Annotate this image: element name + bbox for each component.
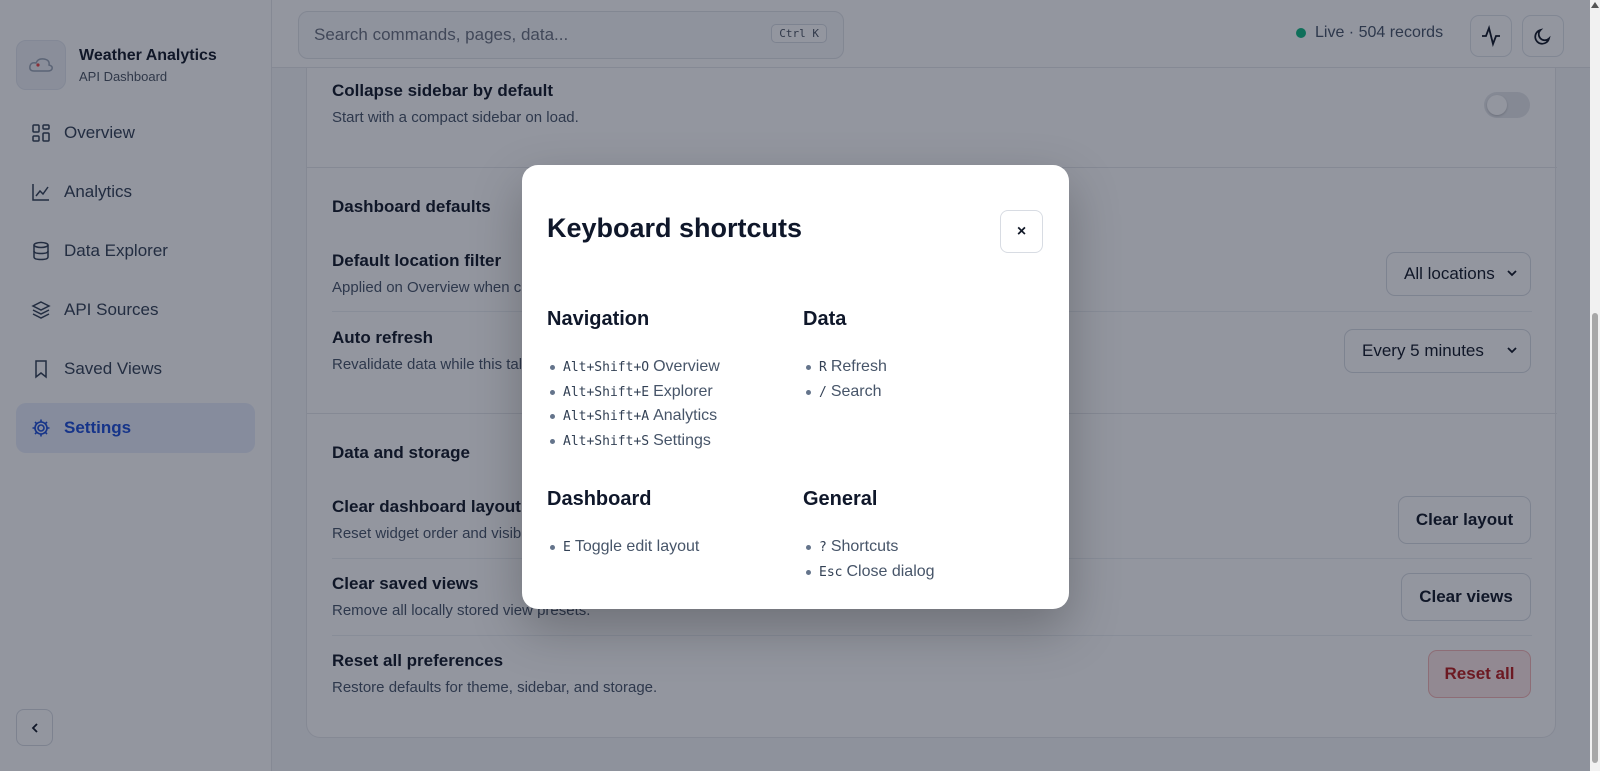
shortcut-label: Close dialog [846, 562, 935, 580]
shortcut-group-dashboard: Dashboard E Toggle edit layout [547, 488, 787, 560]
shortcut-label: Overview [653, 358, 720, 375]
shortcut-label: Settings [653, 431, 711, 449]
shortcut-item: Alt+Shift+A Analytics [547, 404, 787, 429]
shortcut-label: Explorer [653, 382, 713, 400]
shortcut-item: Alt+Shift+O Overview [547, 355, 787, 380]
shortcut-item: Alt+Shift+E Explorer [547, 380, 787, 405]
shortcut-label: Analytics [653, 407, 718, 424]
shortcut-group-navigation: Navigation Alt+Shift+O Overview Alt+Shift… [547, 308, 787, 453]
shortcut-keys: / [819, 384, 827, 400]
scrollbar-thumb[interactable] [1592, 313, 1598, 763]
shortcut-item: ? Shortcuts [803, 535, 1043, 560]
shortcut-keys: Esc [819, 564, 843, 580]
shortcut-keys: Alt+Shift+S [563, 433, 650, 449]
keyboard-shortcuts-dialog: Keyboard shortcuts × Navigation Alt+Shif… [522, 165, 1069, 609]
shortcut-label: Refresh [830, 358, 887, 375]
scroll-up-arrow-icon[interactable] [1591, 2, 1599, 8]
shortcut-keys: Alt+Shift+E [563, 384, 650, 400]
shortcut-group-general: General ? Shortcuts Esc Close dialog [803, 488, 1043, 584]
shortcut-keys: Alt+Shift+A [563, 409, 650, 424]
shortcut-item: E Toggle edit layout [547, 535, 787, 560]
shortcut-label: Toggle edit layout [574, 538, 700, 555]
shortcut-keys: R [819, 360, 827, 375]
shortcut-label: Search [830, 382, 882, 400]
dialog-title: Keyboard shortcuts [547, 213, 803, 243]
shortcut-group-title: Data [803, 308, 847, 330]
shortcut-label: Shortcuts [830, 538, 899, 555]
shortcut-item: Alt+Shift+S Settings [547, 429, 787, 454]
shortcut-keys: Alt+Shift+O [563, 360, 650, 375]
shortcut-group-title: Dashboard [547, 488, 652, 510]
close-button[interactable]: × [1000, 210, 1043, 253]
shortcut-item: Esc Close dialog [803, 560, 1043, 585]
shortcut-group-title: Navigation [547, 308, 650, 330]
shortcut-group-title: General [803, 488, 878, 510]
shortcut-item: R Refresh [803, 355, 1043, 380]
shortcut-group-data: Data R Refresh / Search [803, 308, 1043, 404]
shortcut-keys: E [563, 540, 571, 555]
shortcut-keys: ? [819, 540, 827, 555]
shortcut-item: / Search [803, 380, 1043, 405]
